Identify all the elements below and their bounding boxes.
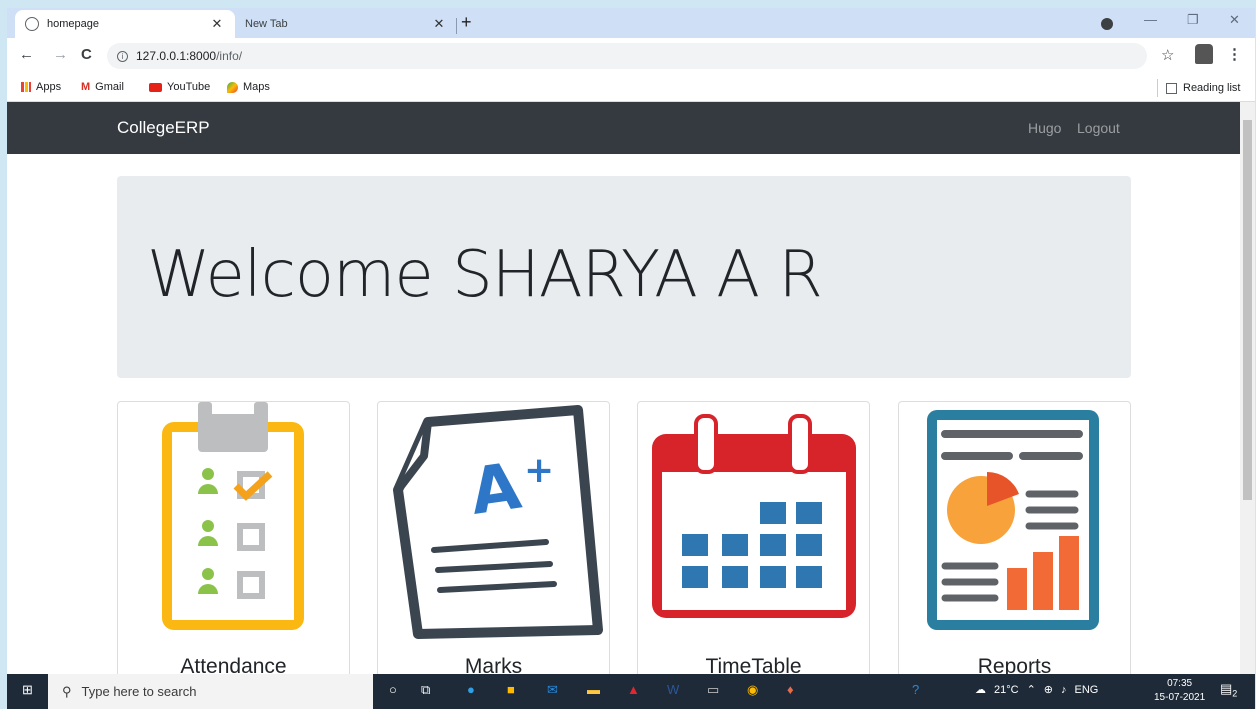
youtube-icon	[149, 82, 162, 92]
search-icon: ⚲	[62, 683, 72, 699]
welcome-heading: Welcome SHARYA A R	[147, 238, 823, 312]
bookmark-star-icon[interactable]: ☆	[1161, 46, 1174, 64]
chrome-icon[interactable]: ◉	[747, 682, 758, 698]
menu-dots-icon[interactable]: ⋮	[1227, 45, 1242, 63]
notification-count: 2	[1232, 688, 1238, 699]
reload-icon[interactable]: C	[81, 46, 92, 63]
system-tray: ☁ 21°C ⌃ ⊕ ♪ ENG	[975, 683, 1099, 697]
close-window-button[interactable]: ✕	[1229, 12, 1240, 28]
bookmark-apps[interactable]: Apps	[21, 81, 61, 93]
cortana-icon[interactable]: ○	[389, 682, 397, 697]
chevron-up-icon[interactable]: ⌃	[1027, 683, 1036, 696]
reading-list-button[interactable]: Reading list	[1157, 79, 1240, 97]
volume-icon[interactable]: ♪	[1061, 684, 1067, 696]
welcome-jumbotron: Welcome SHARYA A R	[117, 176, 1131, 378]
taskbar-search-box[interactable]: ⚲ Type here to search	[48, 674, 373, 709]
network-icon[interactable]: ⊕	[1044, 683, 1053, 696]
card-attendance[interactable]: Attendance	[117, 401, 350, 674]
card-timetable[interactable]: TimeTable	[637, 401, 870, 674]
reading-list-icon	[1166, 82, 1177, 94]
tab-homepage[interactable]: homepage ✕	[15, 10, 235, 38]
new-tab-button[interactable]: +	[461, 12, 472, 33]
card-title: Marks	[464, 655, 523, 674]
user-link[interactable]: Hugo	[1028, 120, 1061, 136]
bookmark-label: Maps	[243, 81, 270, 93]
card-title: Reports	[977, 655, 1052, 674]
minimize-button[interactable]: —	[1144, 12, 1157, 27]
back-icon[interactable]: ←	[19, 46, 34, 63]
clock-time: 07:35	[1167, 678, 1193, 689]
close-tab-icon[interactable]: ✕	[209, 16, 225, 32]
tab-title: New Tab	[245, 18, 288, 30]
page-scrollbar[interactable]	[1240, 102, 1255, 674]
calendar-icon	[652, 414, 856, 618]
bookmark-label: YouTube	[167, 81, 211, 93]
scrollbar-thumb[interactable]	[1243, 120, 1252, 500]
bookmark-label: Apps	[36, 81, 62, 93]
bookmark-label: Gmail	[95, 81, 124, 93]
windows-taskbar: ⊞ ⚲ Type here to search ○ ⧉ ● ■ ✉ ▬ ▲ W …	[7, 674, 1255, 709]
app-navbar: CollegeERP Hugo Logout	[7, 102, 1240, 154]
maps-pin-icon	[227, 81, 238, 93]
reading-list-label: Reading list	[1183, 82, 1241, 94]
forward-icon[interactable]: →	[53, 46, 68, 63]
store-icon[interactable]: ■	[507, 682, 515, 697]
notification-icon[interactable]: ▤2	[1220, 681, 1237, 699]
weather-temp[interactable]: 21°C	[994, 684, 1019, 696]
address-bar[interactable]: i 127.0.0.1:8000/info/	[107, 43, 1147, 69]
acrobat-icon[interactable]: ▲	[627, 682, 640, 697]
bookmark-maps[interactable]: Maps	[227, 81, 270, 93]
tab-divider	[456, 18, 457, 34]
tab-new-tab[interactable]: New Tab ✕	[235, 10, 457, 38]
tab-title: homepage	[47, 18, 99, 30]
weather-icon[interactable]: ☁	[975, 683, 986, 696]
bookmarks-bar: Apps M Gmail YouTube Maps Reading list	[7, 74, 1255, 102]
url-path: /info/	[216, 49, 243, 63]
task-view-icon[interactable]: ⧉	[421, 682, 430, 698]
file-explorer-icon[interactable]: ▬	[587, 682, 600, 697]
app-icon[interactable]: ♦	[787, 682, 794, 697]
url-host: 127.0.0.1:8000	[136, 49, 217, 63]
edge-icon[interactable]: ●	[467, 682, 475, 697]
info-icon[interactable]: i	[117, 50, 128, 62]
search-placeholder: Type here to search	[81, 684, 197, 699]
browser-toolbar: ← → C i 127.0.0.1:8000/info/ ☆ ⋮	[7, 38, 1255, 74]
terminal-icon[interactable]: ▭	[707, 682, 719, 698]
language-indicator[interactable]: ENG	[1075, 684, 1099, 696]
clock-date: 15-07-2021	[1154, 692, 1206, 703]
logout-link[interactable]: Logout	[1077, 120, 1120, 136]
close-tab-icon[interactable]: ✕	[431, 16, 447, 32]
marks-paper-icon: A +	[393, 405, 603, 639]
card-reports[interactable]: Reports	[898, 401, 1131, 674]
bookmark-gmail[interactable]: M Gmail	[81, 81, 124, 93]
restore-button[interactable]: ❐	[1187, 12, 1199, 28]
attendance-icon	[162, 402, 304, 630]
page-content: CollegeERP Hugo Logout Welcome SHARYA A …	[7, 102, 1240, 674]
tab-strip: homepage ✕ New Tab ✕ + — ❐ ✕	[7, 8, 1255, 38]
windows-start-icon[interactable]: ⊞	[22, 682, 33, 698]
card-marks[interactable]: A + Marks	[377, 401, 610, 674]
bookmark-youtube[interactable]: YouTube	[149, 81, 210, 93]
svg-text:+: +	[524, 450, 554, 491]
extension-icon[interactable]	[1195, 44, 1213, 64]
browser-window: homepage ✕ New Tab ✕ + — ❐ ✕ ← → C i 127…	[7, 8, 1255, 674]
globe-icon	[25, 17, 39, 31]
gmail-icon: M	[81, 81, 91, 93]
apps-grid-icon	[21, 82, 31, 92]
card-title: Attendance	[180, 655, 287, 674]
reports-icon	[927, 410, 1099, 630]
card-title: TimeTable	[705, 655, 802, 674]
taskbar-clock[interactable]: 07:35 15-07-2021	[1154, 677, 1205, 705]
help-icon[interactable]: ?	[912, 682, 919, 697]
profile-icon[interactable]	[1101, 18, 1113, 30]
mail-icon[interactable]: ✉	[547, 682, 558, 698]
brand-link[interactable]: CollegeERP	[117, 118, 210, 138]
word-icon[interactable]: W	[667, 682, 679, 697]
